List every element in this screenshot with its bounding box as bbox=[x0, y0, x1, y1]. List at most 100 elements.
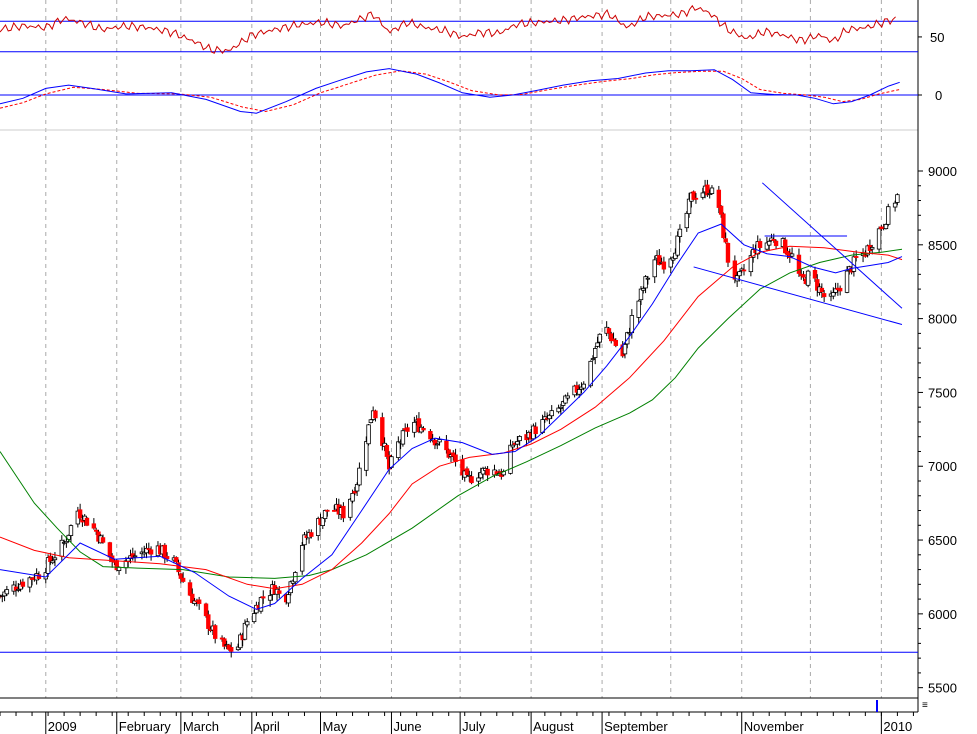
candle-body-up bbox=[350, 493, 355, 502]
candle-body-down bbox=[187, 582, 193, 596]
candle-body-up bbox=[242, 622, 248, 640]
y-tick-label: 9000 bbox=[928, 164, 957, 179]
candle-body-up bbox=[4, 589, 10, 595]
candle-body-up bbox=[709, 187, 715, 194]
candle bbox=[805, 269, 811, 288]
candle-body-down bbox=[716, 189, 722, 208]
candle-body-down bbox=[485, 468, 490, 476]
candle-body-down bbox=[212, 625, 218, 639]
x-tick-label: November bbox=[744, 719, 805, 734]
candle-body-down bbox=[164, 556, 170, 560]
candle-body-up bbox=[636, 300, 641, 318]
candle-body-down bbox=[206, 614, 211, 629]
candle-body-up bbox=[581, 383, 586, 389]
candle-body-down bbox=[107, 542, 113, 558]
candle-body-up bbox=[886, 206, 891, 225]
candle-body-up bbox=[437, 439, 442, 443]
x-tick-label: May bbox=[322, 719, 347, 734]
candle-body-up bbox=[400, 430, 406, 445]
candle-body-down bbox=[661, 261, 667, 270]
x-tick-label: February bbox=[119, 719, 172, 734]
candle-body-up bbox=[435, 443, 440, 446]
candle-body-down bbox=[453, 454, 458, 462]
candle-body-down bbox=[332, 509, 337, 512]
candle-body-up bbox=[366, 424, 371, 445]
candle-body-up bbox=[766, 240, 772, 246]
candle-body-up bbox=[588, 360, 593, 387]
candle-body-up bbox=[251, 613, 257, 623]
candle-body-up bbox=[593, 348, 598, 358]
candle-body-up bbox=[892, 202, 898, 208]
candle-body-down bbox=[84, 517, 90, 526]
candle-body-up bbox=[322, 510, 328, 519]
x-tick-label: April bbox=[254, 719, 280, 734]
candle-body-up bbox=[286, 594, 291, 604]
candle-body-down bbox=[812, 269, 818, 279]
candle-body-down bbox=[741, 269, 747, 272]
candle-body-up bbox=[476, 477, 481, 482]
x-tick-label: July bbox=[462, 719, 486, 734]
candle-body-up bbox=[549, 410, 554, 417]
candle-body-up bbox=[510, 444, 515, 448]
candle-body-up bbox=[622, 343, 628, 355]
candle bbox=[446, 448, 451, 459]
candle-body-down bbox=[178, 573, 184, 579]
candle-body-down bbox=[444, 440, 449, 451]
candle-body-down bbox=[20, 581, 26, 587]
candle-body-down bbox=[93, 529, 99, 532]
candle-body-up bbox=[597, 333, 602, 343]
candle bbox=[400, 428, 406, 447]
candle-body-down bbox=[325, 509, 330, 512]
candle-body-up bbox=[576, 389, 582, 395]
candle-body-up bbox=[641, 288, 646, 291]
candle-body-down bbox=[277, 590, 282, 594]
candle-body-up bbox=[132, 555, 138, 558]
x-tick-label: 2010 bbox=[883, 719, 912, 734]
candle-body-down bbox=[148, 549, 154, 555]
candle bbox=[366, 423, 371, 446]
candle-body-down bbox=[821, 293, 827, 298]
candle-body-up bbox=[267, 595, 273, 601]
candle-body-up bbox=[558, 406, 564, 409]
candle-body-down bbox=[405, 427, 410, 432]
candle-body-down bbox=[819, 287, 825, 293]
candle-body-down bbox=[309, 532, 314, 537]
candle-body-up bbox=[348, 498, 353, 518]
candle-body-down bbox=[100, 537, 106, 543]
candle-body-down bbox=[853, 256, 859, 258]
chart-background bbox=[0, 0, 977, 734]
candle-body-up bbox=[883, 224, 889, 230]
candle-body-up bbox=[50, 560, 55, 564]
candle-body-down bbox=[796, 254, 802, 274]
candle-body-up bbox=[64, 540, 69, 544]
candle-body-down bbox=[773, 240, 779, 247]
candle-body-down bbox=[533, 426, 538, 435]
candle bbox=[876, 226, 882, 254]
candle-body-up bbox=[844, 270, 850, 293]
candle-body-up bbox=[565, 395, 570, 399]
x-tick-label: June bbox=[393, 719, 421, 734]
candle-body-down bbox=[77, 509, 83, 519]
axis-menu-glyph[interactable]: ≡ bbox=[922, 700, 928, 711]
y-tick-label: 7000 bbox=[928, 459, 957, 474]
candle-body-up bbox=[876, 228, 882, 250]
candle-body-down bbox=[837, 287, 843, 292]
candle bbox=[84, 516, 90, 527]
candle-body-up bbox=[396, 441, 401, 459]
candle-body-down bbox=[428, 431, 433, 440]
candle-body-up bbox=[245, 621, 250, 626]
rsi-tick-label: 50 bbox=[930, 30, 944, 45]
candle-body-down bbox=[203, 603, 209, 617]
candle-body-up bbox=[645, 277, 651, 280]
candle-body-up bbox=[357, 467, 362, 486]
candle-body-down bbox=[352, 490, 358, 494]
candle-body-up bbox=[895, 194, 900, 203]
candle-body-down bbox=[757, 241, 763, 248]
x-tick-label: March bbox=[183, 719, 219, 734]
candle-body-up bbox=[629, 315, 635, 334]
candle-body-up bbox=[354, 484, 360, 492]
candle-body-up bbox=[677, 228, 683, 237]
candle-body-up bbox=[368, 419, 374, 424]
y-tick-label: 8500 bbox=[928, 238, 957, 253]
candle-body-down bbox=[91, 523, 97, 529]
